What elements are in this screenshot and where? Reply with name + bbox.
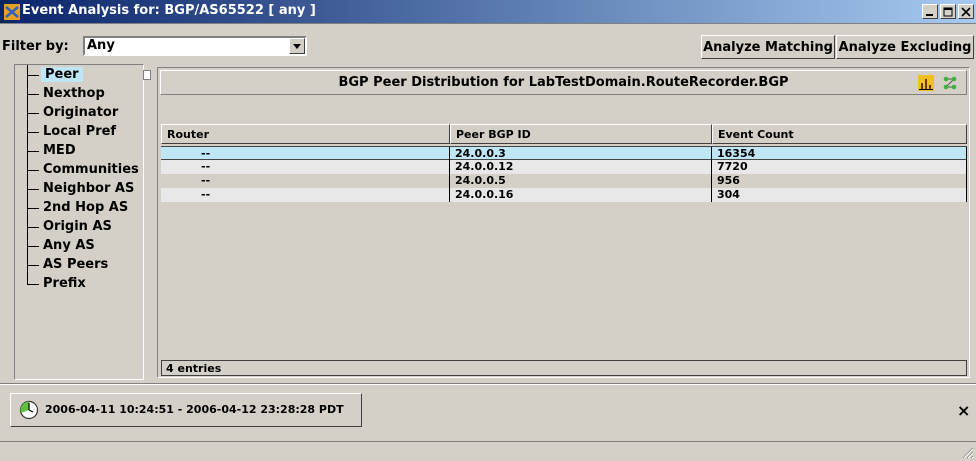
resize-grip-icon[interactable]	[960, 445, 974, 459]
cell-event-count: 304	[712, 188, 967, 202]
cell-peer-bgp-id: 24.0.0.3	[450, 147, 712, 161]
analyze-excluding-button[interactable]: Analyze Excluding	[836, 35, 974, 59]
cell-router: --	[161, 160, 450, 174]
filter-dropdown[interactable]: Any	[83, 36, 307, 56]
tree-connector	[27, 170, 39, 171]
splitter-handle[interactable]	[143, 70, 151, 80]
filter-bar: Filter by: Any Analyze Matching Analyze …	[0, 35, 976, 61]
minimize-button[interactable]	[922, 4, 938, 19]
analyze-matching-button[interactable]: Analyze Matching	[701, 35, 835, 59]
distribution-panel: BGP Peer Distribution for LabTestDomain.…	[157, 67, 970, 378]
title-bar: Event Analysis for: BGP/AS65522 [ any ]	[0, 0, 976, 24]
table-row[interactable]: -- 24.0.0.16 304	[161, 188, 967, 202]
tree-connector	[27, 94, 39, 95]
cell-event-count: 16354	[712, 147, 967, 161]
close-panel-icon[interactable]: ×	[957, 401, 970, 420]
maximize-icon	[943, 7, 953, 17]
app-icon	[4, 4, 20, 20]
column-header-router[interactable]: Router	[161, 124, 450, 144]
tree-connector	[27, 113, 39, 114]
tree-connector	[27, 265, 39, 266]
panel-header: BGP Peer Distribution for LabTestDomain.…	[160, 70, 967, 95]
panel-title: BGP Peer Distribution for LabTestDomain.…	[338, 75, 789, 90]
tree-item-label: Origin AS	[43, 219, 112, 234]
time-range-text: 2006-04-11 10:24:51 - 2006-04-12 23:28:2…	[45, 403, 344, 416]
cell-router: --	[161, 174, 450, 188]
entries-count: 4 entries	[161, 360, 967, 376]
cell-peer-bgp-id: 24.0.0.5	[450, 174, 712, 188]
tree-item-label: AS Peers	[43, 257, 109, 272]
tree-connector	[27, 246, 39, 247]
window-close-button[interactable]	[958, 4, 974, 19]
cell-peer-bgp-id: 24.0.0.12	[450, 160, 712, 174]
tree-item-label: Communities	[43, 162, 139, 177]
tree-connector	[27, 132, 39, 133]
cell-peer-bgp-id: 24.0.0.16	[450, 188, 712, 202]
tree-connector	[27, 227, 39, 228]
table-row[interactable]: -- 24.0.0.5 956	[161, 174, 967, 188]
tree-item-label: Prefix	[43, 276, 86, 291]
chevron-down-icon	[293, 44, 301, 49]
cell-event-count: 956	[712, 174, 967, 188]
bar-chart-icon[interactable]	[918, 75, 934, 91]
minimize-icon	[926, 14, 933, 16]
tree-item-label: 2nd Hop AS	[43, 200, 129, 215]
filter-label: Filter by:	[2, 39, 69, 54]
bottom-separator	[0, 383, 976, 385]
window-title: Event Analysis for: BGP/AS65522 [ any ]	[22, 3, 316, 18]
status-bar	[0, 441, 976, 461]
tree-item-label: Local Pref	[43, 124, 117, 139]
attribute-tree: Peer Nexthop Originator Local Pref MED Commun…	[14, 64, 144, 380]
tree-connector	[27, 75, 39, 76]
tree-connector	[27, 151, 39, 152]
tree-connector	[27, 189, 39, 190]
cell-router: --	[161, 147, 450, 161]
close-icon	[961, 7, 971, 17]
cell-router: --	[161, 188, 450, 202]
dropdown-arrow-button[interactable]	[289, 38, 305, 54]
tree-item-label: MED	[43, 143, 76, 158]
table-header: Router Peer BGP ID Event Count	[161, 124, 967, 144]
tree-item-label: Neighbor AS	[43, 181, 135, 196]
clock-icon	[19, 400, 39, 420]
tree-item-label: Any AS	[43, 238, 95, 253]
maximize-button[interactable]	[940, 4, 956, 19]
tree-item-label: Peer	[41, 67, 83, 82]
table-row[interactable]: -- 24.0.0.12 7720	[161, 160, 967, 174]
cell-event-count: 7720	[712, 160, 967, 174]
network-graph-icon[interactable]	[942, 75, 958, 91]
column-header-peer-bgp-id[interactable]: Peer BGP ID	[450, 124, 712, 144]
tree-item-label: Originator	[43, 105, 119, 120]
tree-connector	[27, 275, 39, 285]
tree-connector	[27, 208, 39, 209]
column-header-event-count[interactable]: Event Count	[712, 124, 967, 144]
filter-value: Any	[87, 38, 115, 53]
table-row[interactable]: -- 24.0.0.3 16354	[161, 146, 967, 161]
time-range-button[interactable]: 2006-04-11 10:24:51 - 2006-04-12 23:28:2…	[10, 393, 362, 427]
tree-item-label: Nexthop	[43, 86, 105, 101]
